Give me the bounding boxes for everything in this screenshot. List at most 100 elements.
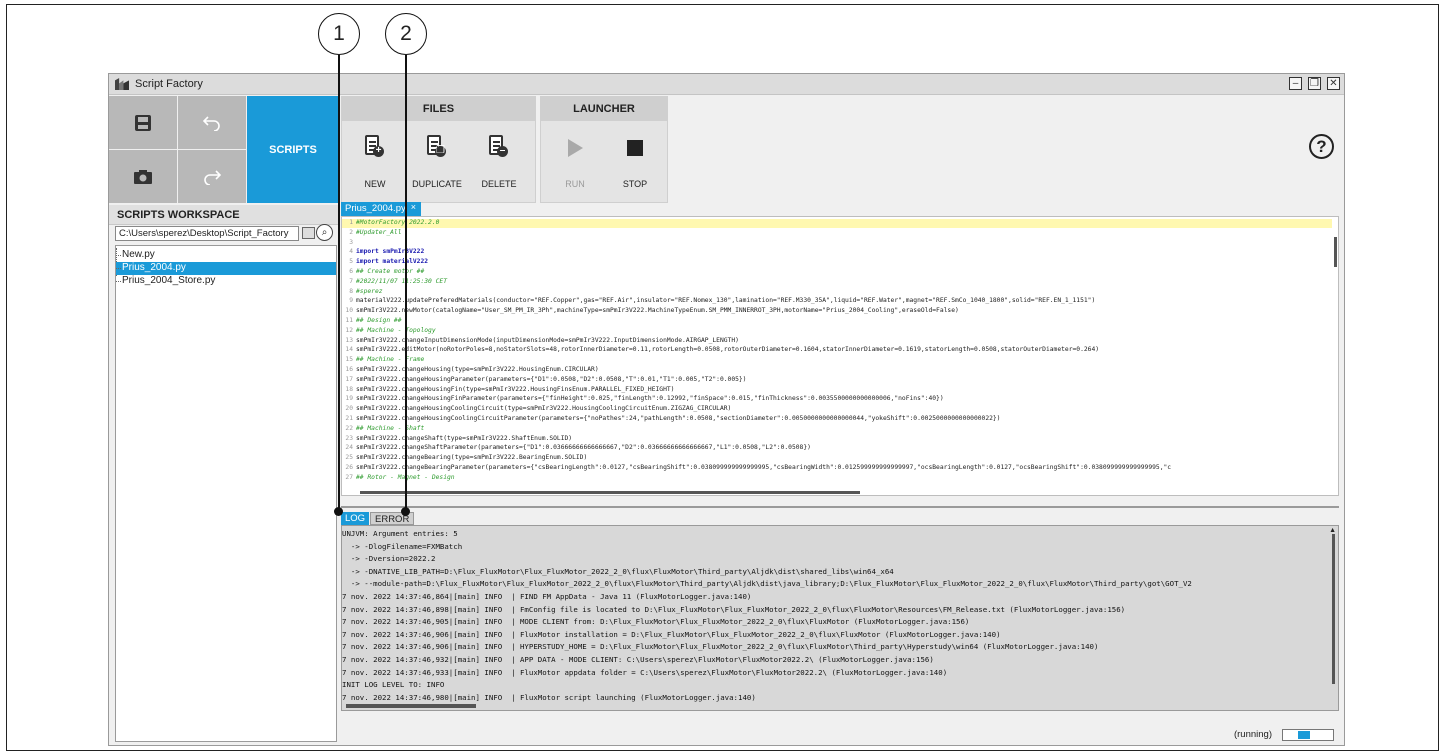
restore-icon[interactable]: ❐	[1308, 77, 1321, 90]
code-line[interactable]: 11 ## Design ##	[342, 317, 1332, 326]
log-line: 7 nov. 2022 14:37:46,905|[main] INFO | M…	[342, 617, 970, 627]
code-text: #2022/11/07 11:25:30 CET	[356, 277, 447, 285]
editor-horizontal-scrollbar[interactable]	[360, 491, 860, 494]
snapshot-button[interactable]	[109, 150, 177, 203]
help-icon[interactable]: ?	[1309, 134, 1334, 159]
line-number: 23	[345, 434, 353, 442]
line-number: 27	[345, 473, 353, 481]
panel-splitter[interactable]	[341, 506, 1339, 508]
line-number: 15	[345, 356, 353, 364]
code-line[interactable]: 3	[342, 239, 1332, 248]
save-button[interactable]	[109, 96, 177, 149]
editor-vertical-scrollbar[interactable]	[1332, 229, 1336, 491]
title-bar: Script Factory – ❐ ✕	[109, 74, 1344, 95]
code-line[interactable]: 1 #MotorFactory 2022.2.0	[342, 219, 1332, 228]
log-line: INIT LOG LEVEL TO: INFO	[342, 680, 445, 690]
code-line[interactable]: 24 smPmIr3V222.changeShaftParameter(param…	[342, 444, 1332, 453]
tab-close-icon[interactable]: ×	[411, 202, 416, 212]
callout-1-line	[338, 55, 340, 511]
line-number: 26	[345, 464, 353, 471]
tree-item-prius-2004-py[interactable]: Prius_2004.py	[116, 262, 336, 275]
log-line: -> -DlogFilename=FXMBatch	[342, 541, 463, 551]
code-line[interactable]: 8 #sperez	[342, 288, 1332, 297]
log-line: UNJVM: Argument entries: 5	[342, 529, 458, 538]
tree-item-new-py[interactable]: New.py	[116, 249, 336, 262]
path-dropdown-button[interactable]	[302, 227, 315, 239]
tree-item-prius-2004-store-py[interactable]: Prius_2004_Store.py	[116, 275, 336, 288]
line-number: 1	[349, 219, 353, 226]
code-line[interactable]: 7 #2022/11/07 11:25:30 CET	[342, 278, 1332, 287]
log-line: 7 nov. 2022 14:37:46,898|[main] INFO | F…	[342, 604, 1126, 614]
code-line[interactable]: 27 ## Rotor - Magnet - Design	[342, 474, 1332, 483]
code-line[interactable]: 16 smPmIr3V222.changeHousing(type=smPmIr3…	[342, 366, 1332, 375]
code-line[interactable]: 6 ## Create motor ##	[342, 268, 1332, 277]
code-line[interactable]: 14 smPmIr3V222.editMotor(noRotorPoles=8,n…	[342, 346, 1332, 355]
code-line[interactable]: 15 ## Machine - Frame	[342, 356, 1332, 365]
code-line[interactable]: 12 ## Machine - Topology	[342, 327, 1332, 336]
status-text: (running)	[1233, 729, 1272, 740]
factory-logo-icon	[115, 78, 129, 90]
log-vertical-scrollbar[interactable]	[1332, 534, 1335, 684]
code-text: import smPmIr3V222	[356, 248, 425, 256]
close-icon[interactable]: ✕	[1327, 77, 1340, 90]
code-line[interactable]: 25 smPmIr3V222.changeBearing(type=smPmIr3…	[342, 454, 1332, 463]
delete-script-button[interactable]: – DELETE	[470, 127, 528, 197]
new-document-icon: +	[365, 135, 385, 161]
log-line: 7 nov. 2022 14:37:46,980|[main] INFO | F…	[342, 692, 756, 702]
log-tab[interactable]: LOG	[341, 512, 370, 525]
log-line: 7 nov. 2022 14:37:46,933|[main] INFO | F…	[342, 667, 948, 677]
browse-search-icon[interactable]: ⌕	[316, 224, 333, 241]
run-button[interactable]: RUN	[546, 127, 604, 197]
minimize-icon[interactable]: –	[1289, 77, 1302, 90]
code-line[interactable]: 10 smPmIr3V222.newMotor(catalogName="User…	[342, 307, 1332, 316]
line-number: 25	[345, 454, 353, 462]
code-text: smPmIr3V222.changeBearing(type=smPmIr3V2…	[356, 454, 588, 462]
code-line[interactable]: 5 import materialV222	[342, 258, 1332, 267]
code-line[interactable]: 26 smPmIr3V222.changeBearingParameter(par…	[342, 464, 1332, 473]
window-controls: – ❐ ✕	[1289, 77, 1340, 90]
code-line[interactable]: 18 smPmIr3V222.changeHousingFin(type=smPm…	[342, 386, 1332, 395]
code-text: smPmIr3V222.changeBearingParameter(param…	[356, 464, 1172, 471]
code-text: smPmIr3V222.editMotor(noRotorPoles=8,noS…	[356, 346, 1100, 354]
code-text: materialV222.updatePreferedMaterials(con…	[356, 297, 1096, 305]
scripts-tab[interactable]: SCRIPTS	[247, 96, 339, 203]
code-line[interactable]: 9 materialV222.updatePreferedMaterials(co…	[342, 297, 1332, 306]
code-editor[interactable]: 1 #MotorFactory 2022.2.0 2 #Updater_All 3 4 im…	[341, 216, 1339, 496]
code-line[interactable]: 22 ## Machine - Shaft	[342, 425, 1332, 434]
log-horizontal-scrollbar[interactable]	[346, 704, 476, 708]
callout-1-dot	[334, 507, 343, 516]
code-text: ## Design ##	[356, 317, 402, 324]
progress-bar	[1282, 729, 1334, 741]
scripts-workspace-title: SCRIPTS WORKSPACE	[109, 205, 339, 225]
code-text: smPmIr3V222.changeShaftParameter(paramet…	[356, 444, 811, 452]
log-scroll-up-icon[interactable]: ▲	[1329, 527, 1336, 534]
log-console: ▲ UNJVM: Argument entries: 5 -> -DlogFil…	[341, 525, 1339, 711]
code-line[interactable]: 19 smPmIr3V222.changeHousingFinParameter(…	[342, 395, 1332, 404]
code-line[interactable]: 4 import smPmIr3V222	[342, 248, 1332, 257]
redo-icon	[204, 169, 222, 185]
editor-tab-prius-2004[interactable]: Prius_2004.py ×	[341, 202, 421, 216]
log-line: 7 nov. 2022 14:37:46,864|[main] INFO | F…	[342, 592, 752, 601]
editor-vertical-scroll-thumb[interactable]	[1334, 237, 1337, 267]
workspace-path-field[interactable]: C:\Users\sperez\Desktop\Script_Factory	[115, 226, 299, 241]
undo-button[interactable]	[178, 96, 246, 149]
stop-button[interactable]: STOP	[606, 127, 664, 197]
line-number: 19	[345, 395, 353, 403]
delete-label: DELETE	[481, 179, 517, 189]
code-text: smPmIr3V222.changeHousingFinParameter(pa…	[356, 395, 944, 403]
camera-icon	[134, 169, 152, 184]
log-line: -> -Dversion=2022.2	[342, 554, 436, 564]
line-number: 22	[345, 424, 353, 432]
code-line[interactable]: 17 smPmIr3V222.changeHousingParameter(par…	[342, 376, 1332, 385]
code-line[interactable]: 2 #Updater_All	[342, 229, 1332, 238]
line-number: 7	[349, 277, 353, 285]
code-line[interactable]: 20 smPmIr3V222.changeHousingCoolingCircui…	[342, 405, 1332, 414]
callout-2-dot	[401, 507, 410, 516]
code-line[interactable]: 21 smPmIr3V222.changeHousingCoolingCircui…	[342, 415, 1332, 424]
code-line[interactable]: 23 smPmIr3V222.changeShaft(type=smPmIr3V2…	[342, 435, 1332, 444]
new-script-button[interactable]: + NEW	[346, 127, 404, 197]
duplicate-script-button[interactable]: ❐ DUPLICATE	[408, 127, 466, 197]
code-line[interactable]: 13 smPmIr3V222.changeInputDimensionMode(i…	[342, 337, 1332, 346]
redo-button[interactable]	[178, 150, 246, 203]
line-number: 21	[345, 415, 353, 422]
